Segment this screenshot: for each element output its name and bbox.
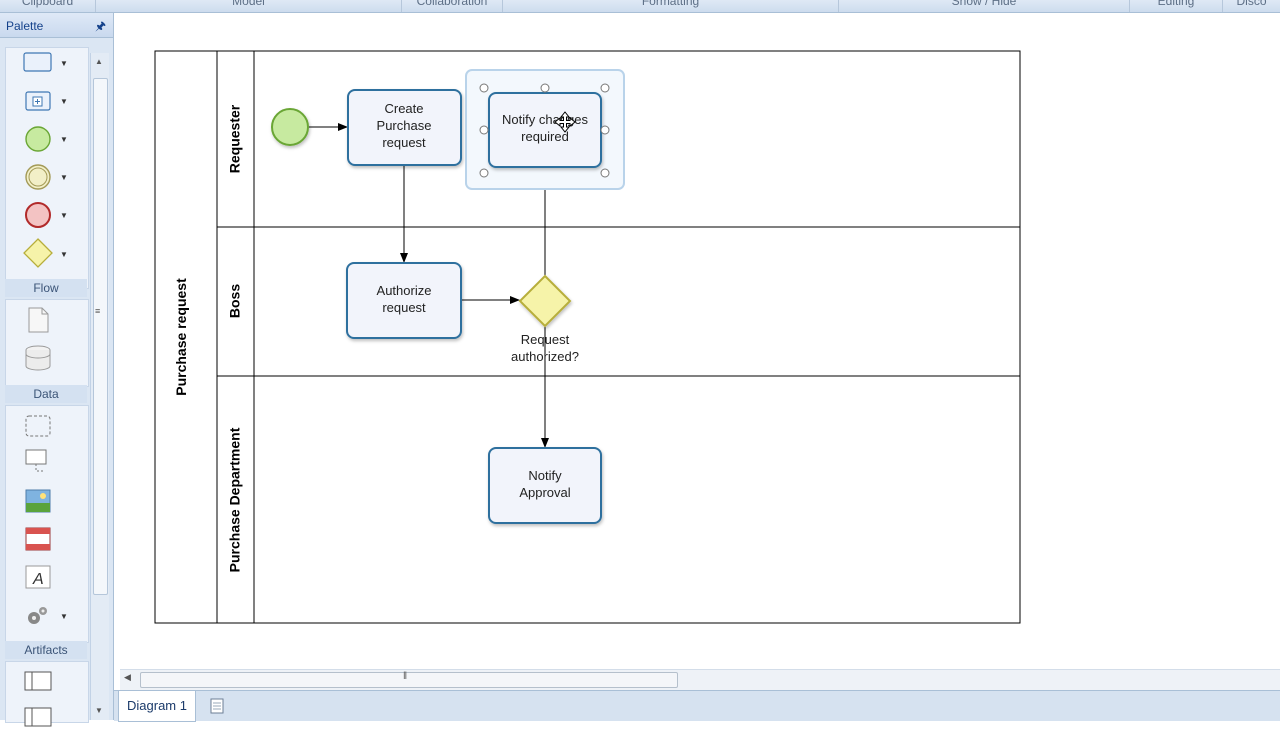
new-diagram-tab-icon[interactable] [210,698,224,714]
task-notify-changes-line1: Notify changes [502,112,588,127]
ribbon-group-formatting[interactable]: Formatting [503,0,839,12]
gateway-tool-dropdown-icon[interactable]: ▼ [60,250,68,259]
header-tool-icon[interactable] [20,524,56,554]
ribbon-group-clipboard[interactable]: Clipboard [0,0,96,12]
intermediate-event-tool-icon[interactable] [20,162,56,192]
gateway-label-line2: authorized? [511,349,579,364]
ribbon-group-show-hide[interactable]: Show / Hide [839,0,1130,12]
scroll-left-arrow-icon[interactable]: ◀ [124,672,131,683]
gateway-tool-icon[interactable] [20,238,56,268]
pool-tool-icon[interactable] [20,703,56,733]
task-authorize-line2: request [382,300,426,315]
ribbon-group-editing[interactable]: Editing [1130,0,1223,12]
ribbon-tabs: Clipboard Model Collaboration Formatting… [0,0,1280,13]
scrollbar-grip-icon: ‖ [403,671,408,682]
pool-label: Purchase request [173,278,189,396]
lane-label-purchase-department: Purchase Department [227,427,243,572]
task-notify-approval-line2: Approval [519,485,570,500]
palette-panel: Palette 🖈 ▼ ▼ ▼ ▼ ▼ ▼ Flow Data A ▼ Arti… [0,13,114,727]
canvas-horizontal-scrollbar[interactable]: ◀ ‖ [120,669,1280,690]
ribbon-group-collaboration[interactable]: Collaboration [402,0,503,12]
end-event-tool-dropdown-icon[interactable]: ▼ [60,211,68,220]
task-create-line1: Create [384,101,423,116]
task-tool-dropdown-icon[interactable]: ▼ [60,59,68,68]
svg-text:A: A [32,571,44,588]
task-notify-changes-line2: required [521,129,569,144]
text-tool-icon[interactable]: A [20,562,56,592]
data-object-tool-icon[interactable] [20,305,56,335]
palette-data-label: Data [5,385,87,403]
task-create-line3: request [382,135,426,150]
palette-title: Palette [6,19,44,33]
end-event-tool-icon[interactable] [20,200,56,230]
start-event-tool-dropdown-icon[interactable]: ▼ [60,135,68,144]
pin-icon[interactable]: 🖈 [95,17,106,38]
palette-scrollbar-thumb[interactable] [93,78,108,595]
custom-shape-tool-icon[interactable] [20,600,56,630]
gateway-label-line1: Request [521,332,570,347]
ribbon-group-model[interactable]: Model [96,0,402,12]
lane-label-boss: Boss [227,284,243,318]
intermediate-event-tool-dropdown-icon[interactable]: ▼ [60,173,68,182]
data-store-tool-icon[interactable] [20,343,56,373]
start-event[interactable] [271,108,309,146]
lane-label-requester: Requester [227,104,243,173]
task-notify-approval-line1: Notify [528,468,562,483]
task-notify-approval[interactable]: Notify Approval [488,447,602,524]
task-tool-icon[interactable] [20,47,56,77]
ribbon-group-disco[interactable]: Disco [1223,0,1280,12]
scroll-down-arrow-icon[interactable]: ▼ [95,706,103,715]
lane-tool-icon[interactable] [20,667,56,697]
canvas-scrollbar-thumb[interactable] [140,672,678,688]
bpmn-diagram: Purchase request Requester Boss Purchase… [154,50,1021,624]
task-create-line2: Purchase [377,118,432,133]
palette-artifacts-label: Artifacts [5,641,87,659]
diagram-tab-bar: Diagram 1 [114,690,1280,722]
tab-diagram-1[interactable]: Diagram 1 [118,691,196,722]
task-authorize-line1: Authorize [377,283,432,298]
annotation-tool-icon[interactable] [20,447,56,477]
task-notify-changes-required[interactable]: Notify changes required [488,92,602,168]
task-create-purchase-request[interactable]: Create Purchase request [347,89,462,166]
scroll-up-arrow-icon[interactable]: ▲ [95,57,103,66]
palette-flow-label: Flow [5,279,87,297]
palette-scrollbar[interactable]: ▲ ≡ ▼ [90,53,109,720]
subprocess-tool-dropdown-icon[interactable]: ▼ [60,97,68,106]
group-tool-icon[interactable] [20,411,56,441]
custom-shape-tool-dropdown-icon[interactable]: ▼ [60,612,68,621]
task-authorize-request[interactable]: Authorize request [346,262,462,339]
palette-header: Palette 🖈 [0,13,113,38]
diagram-canvas[interactable]: Purchase request Requester Boss Purchase… [114,13,1280,668]
image-tool-icon[interactable] [20,486,56,516]
subprocess-tool-icon[interactable] [20,86,56,116]
scrollbar-grip-icon: ≡ [95,306,101,316]
start-event-tool-icon[interactable] [20,124,56,154]
